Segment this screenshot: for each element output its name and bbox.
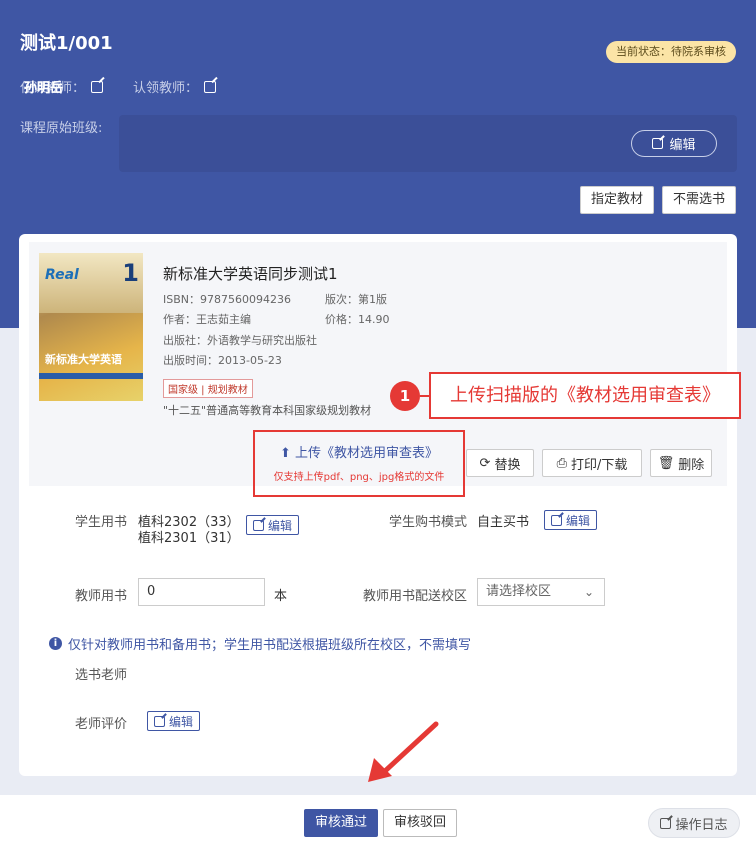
teacher-row: 任课教师： 孙明岳 认领教师： 孙明岳	[20, 77, 217, 96]
evaluation-label: 老师评价	[75, 717, 128, 732]
edit-icon	[551, 514, 562, 526]
unit-label: 本	[274, 589, 288, 604]
campus-placeholder: 请选择校区	[486, 584, 552, 599]
edit-teacher-icon[interactable]	[91, 80, 104, 93]
buy-mode-edit-button[interactable]: 编辑	[544, 510, 598, 530]
upload-highlight: ⬆ 上传《教材选用审查表》 仅支持上传pdf、png、jpg格式的文件	[253, 430, 465, 497]
campus-label: 教师用书配送校区	[363, 589, 468, 604]
edit-icon	[154, 715, 165, 727]
upload-icon: ⬆	[279, 446, 291, 461]
trash-icon: 🗑	[657, 455, 675, 471]
callout-number: 1	[390, 381, 420, 411]
delete-button[interactable]: 🗑 删除	[650, 449, 712, 477]
edit-label: 编辑	[566, 513, 591, 528]
chevron-down-icon: ⌄	[583, 585, 594, 599]
delete-label: 删除	[678, 457, 705, 473]
status-badge: 当前状态：待院系审核	[606, 41, 736, 63]
book-pub-date: 出版时间：2013-05-23	[163, 354, 282, 367]
edit-icon	[253, 519, 264, 531]
notice-text: 仅针对教师用书和备用书；学生用书配送根据班级所在校区，不需填写	[68, 638, 472, 653]
class-edit-label: 编辑	[669, 138, 696, 153]
book-author: 作者：王志茹主编	[163, 313, 251, 326]
page-title: 测试1/001	[20, 33, 113, 54]
notice: i 仅针对教师用书和备用书；学生用书配送根据班级所在校区，不需填写	[49, 634, 471, 653]
teacher-book-label: 教师用书	[75, 589, 128, 604]
cover-name: 新标准大学英语	[45, 353, 122, 366]
book-tag: 国家级 | 规划教材	[163, 379, 253, 398]
edit-label: 编辑	[268, 518, 293, 533]
approve-button[interactable]: 审核通过	[304, 809, 378, 837]
book-card: Real 1 新标准大学英语 新标准大学英语同步测试1 ISBN：9787560…	[19, 234, 737, 776]
buy-mode-value: 自主买书	[477, 515, 530, 530]
edit-icon	[660, 817, 672, 829]
class-box: 编辑	[119, 115, 737, 172]
student-book-edit-button[interactable]: 编辑	[246, 515, 300, 535]
print-label: 打印/下载	[571, 457, 628, 473]
campus-select[interactable]: 请选择校区 ⌄	[477, 578, 605, 606]
refresh-icon: ⟳	[479, 455, 491, 471]
class-edit-button[interactable]: 编辑	[631, 130, 717, 157]
book-cover: Real 1 新标准大学英语	[39, 253, 143, 401]
upload-button[interactable]: ⬆ 上传《教材选用审查表》	[255, 442, 463, 461]
upload-note: 仅支持上传pdf、png、jpg格式的文件	[273, 472, 445, 483]
select-teacher-label: 选书老师	[75, 668, 128, 683]
arrow-icon	[368, 721, 439, 782]
cover-bar	[39, 373, 143, 379]
info-icon: i	[49, 637, 62, 650]
claim-name: 孙明岳	[24, 81, 64, 96]
replace-label: 替换	[494, 457, 521, 473]
student-book-item: 植科2301（31）	[138, 531, 240, 546]
book-plan: "十二五"普通高等教育本科国家级规划教材	[163, 404, 372, 417]
student-book-label: 学生用书	[75, 515, 128, 530]
callout-text: 上传扫描版的《教材选用审查表》	[429, 372, 741, 419]
edit-claim-icon[interactable]	[204, 80, 217, 93]
upload-label: 上传《教材选用审查表》	[295, 446, 439, 461]
edit-icon	[652, 138, 664, 149]
replace-button[interactable]: ⟳ 替换	[466, 449, 534, 477]
log-label: 操作日志	[675, 817, 728, 833]
claim-label: 认领教师：	[133, 81, 199, 96]
book-edition: 版次：第1版	[325, 293, 387, 306]
print-icon: ⎙	[556, 455, 567, 471]
print-button[interactable]: ⎙ 打印/下载	[542, 449, 642, 477]
teacher-book-input[interactable]: 0	[138, 578, 265, 606]
assign-book-button[interactable]: 指定教材	[580, 186, 654, 214]
no-book-button[interactable]: 不需选书	[662, 186, 736, 214]
book-price: 价格：14.90	[325, 313, 390, 326]
book-info: Real 1 新标准大学英语 新标准大学英语同步测试1 ISBN：9787560…	[29, 242, 727, 497]
cover-real: Real	[45, 267, 79, 283]
cover-number: 1	[122, 259, 139, 287]
log-button[interactable]: 操作日志	[648, 808, 740, 838]
class-label: 课程原始班级:	[20, 121, 103, 136]
book-publisher: 出版社：外语教学与研究出版社	[163, 334, 317, 347]
edit-label: 编辑	[169, 714, 194, 729]
evaluation-edit-button[interactable]: 编辑	[147, 711, 201, 731]
book-isbn: ISBN：9787560094236	[163, 293, 291, 306]
book-title: 新标准大学英语同步测试1	[163, 265, 338, 283]
buy-mode-label: 学生购书模式	[389, 515, 468, 530]
footer-bar: 审核通过 审核驳回 操作日志	[0, 795, 756, 852]
reject-button[interactable]: 审核驳回	[383, 809, 457, 837]
